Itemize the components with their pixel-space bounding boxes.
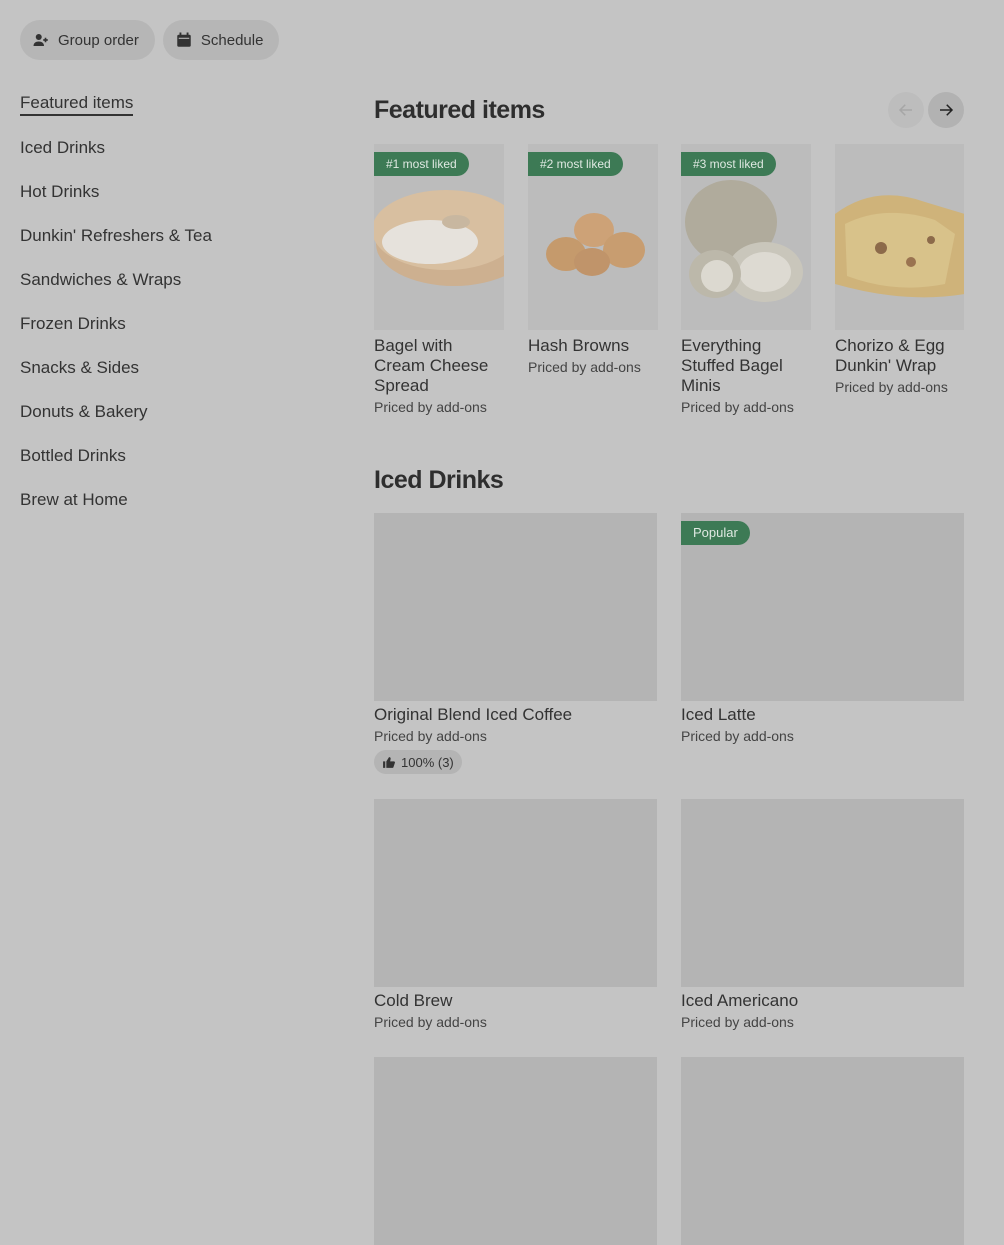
menu-item-card[interactable]	[374, 1057, 657, 1245]
menu-item-card[interactable]: Cold Brew Priced by add-ons	[374, 799, 657, 1030]
item-name: Original Blend Iced Coffee	[374, 705, 573, 724]
item-image: #2 most liked	[528, 144, 658, 330]
sidebar-item-label: Featured items	[20, 93, 134, 116]
sidebar-item-brew-at-home[interactable]: Brew at Home	[20, 478, 320, 522]
item-image	[374, 1057, 657, 1245]
sidebar-item-refreshers-tea[interactable]: Dunkin' Refreshers & Tea	[20, 214, 320, 258]
sidebar-item-label: Hot Drinks	[20, 182, 100, 201]
featured-header: Featured items	[374, 90, 964, 130]
featured-item-card[interactable]: #3 most liked Everything Stuffed Bagel M…	[681, 144, 811, 415]
featured-item-card[interactable]: #1 most liked Bagel with Cream Cheese Sp…	[374, 144, 504, 415]
menu-item-card[interactable]	[681, 1057, 964, 1245]
item-price: Priced by add-ons	[681, 399, 794, 415]
item-name: Iced Americano	[681, 991, 799, 1010]
rating-value: 100% (3)	[401, 754, 454, 770]
featured-title: Featured items	[374, 95, 545, 124]
item-name: Cold Brew	[374, 991, 453, 1010]
sidebar-item-label: Iced Drinks	[20, 138, 106, 157]
sidebar-item-hot-drinks[interactable]: Hot Drinks	[20, 170, 320, 214]
item-image	[681, 1057, 964, 1245]
sidebar-item-label: Donuts & Bakery	[20, 402, 148, 421]
sidebar-item-label: Brew at Home	[20, 490, 128, 509]
item-name: Hash Browns	[528, 336, 630, 355]
menu-content: Featured items #1 most liked Bagel with …	[374, 90, 964, 1245]
arrow-left-icon	[898, 104, 912, 116]
popular-badge: Popular	[681, 521, 750, 545]
item-image: #1 most liked	[374, 144, 504, 330]
item-price: Priced by add-ons	[374, 399, 487, 415]
calendar-icon	[177, 32, 191, 47]
rating-badge: 100% (3)	[374, 750, 462, 774]
item-price: Priced by add-ons	[681, 1014, 794, 1030]
item-image	[835, 144, 964, 330]
carousel-prev-button[interactable]	[888, 92, 924, 128]
item-price: Priced by add-ons	[374, 1014, 487, 1030]
thumbs-up-icon	[383, 756, 395, 768]
sidebar-item-label: Dunkin' Refreshers & Tea	[20, 226, 212, 245]
schedule-button[interactable]: Schedule	[162, 20, 280, 60]
item-image	[374, 799, 657, 987]
item-name: Chorizo & Egg Dunkin' Wrap	[835, 336, 945, 375]
most-liked-badge: #2 most liked	[528, 152, 623, 176]
category-sidebar: Featured items Iced Drinks Hot Drinks Du…	[20, 82, 320, 522]
most-liked-badge: #1 most liked	[374, 152, 469, 176]
item-image	[374, 513, 657, 701]
group-order-label: Group order	[58, 31, 139, 49]
menu-item-card[interactable]: Original Blend Iced Coffee Priced by add…	[374, 513, 657, 774]
sidebar-item-label: Snacks & Sides	[20, 358, 140, 377]
item-image: Popular	[681, 513, 964, 701]
most-liked-badge: #3 most liked	[681, 152, 776, 176]
item-image	[681, 799, 964, 987]
group-order-button[interactable]: Group order	[20, 20, 155, 60]
wrap-image	[835, 195, 964, 298]
sidebar-item-label: Frozen Drinks	[20, 314, 126, 333]
menu-item-card[interactable]: Popular Iced Latte Priced by add-ons	[681, 513, 964, 744]
sidebar-item-iced-drinks[interactable]: Iced Drinks	[20, 126, 320, 170]
item-price: Priced by add-ons	[835, 379, 948, 395]
sidebar-item-snacks-sides[interactable]: Snacks & Sides	[20, 346, 320, 390]
schedule-label: Schedule	[200, 31, 264, 49]
item-name: Iced Latte	[681, 705, 756, 724]
item-name: Bagel with Cream Cheese Spread	[374, 336, 489, 395]
top-actions: Group order Schedule	[20, 20, 280, 60]
add-person-icon	[33, 34, 48, 46]
featured-item-card[interactable]: #2 most liked Hash Browns Priced by add-…	[528, 144, 658, 375]
sidebar-item-label: Bottled Drinks	[20, 446, 126, 465]
sidebar-item-sandwiches-wraps[interactable]: Sandwiches & Wraps	[20, 258, 320, 302]
featured-item-card[interactable]: Chorizo & Egg Dunkin' Wrap Priced by add…	[835, 144, 964, 395]
item-image: #3 most liked	[681, 144, 811, 330]
item-price: Priced by add-ons	[528, 359, 641, 375]
item-name: Everything Stuffed Bagel Minis	[681, 336, 783, 395]
item-price: Priced by add-ons	[681, 728, 794, 744]
arrow-right-icon	[940, 104, 954, 116]
carousel-next-button[interactable]	[928, 92, 964, 128]
featured-carousel: #1 most liked Bagel with Cream Cheese Sp…	[374, 144, 964, 434]
sidebar-item-donuts-bakery[interactable]: Donuts & Bakery	[20, 390, 320, 434]
sidebar-item-frozen-drinks[interactable]: Frozen Drinks	[20, 302, 320, 346]
iced-drinks-title: Iced Drinks	[374, 466, 504, 494]
menu-item-card[interactable]: Iced Americano Priced by add-ons	[681, 799, 964, 1030]
carousel-controls	[888, 92, 964, 128]
item-price: Priced by add-ons	[374, 728, 487, 744]
sidebar-item-bottled-drinks[interactable]: Bottled Drinks	[20, 434, 320, 478]
sidebar-item-featured-items[interactable]: Featured items	[20, 82, 320, 126]
sidebar-item-label: Sandwiches & Wraps	[20, 270, 182, 289]
